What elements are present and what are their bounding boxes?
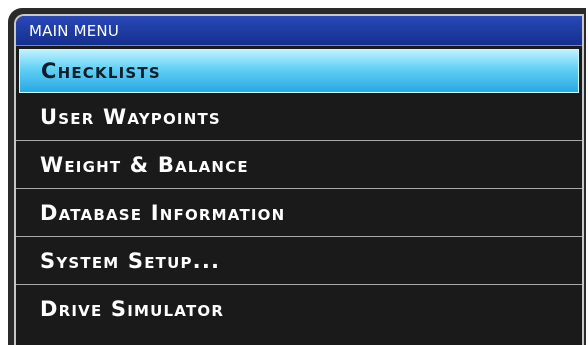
menu-item-user-waypoints[interactable]: User Waypoints — [16, 93, 582, 141]
menu-list: Checklists User Waypoints Weight & Balan… — [16, 49, 582, 333]
menu-item-drive-simulator[interactable]: Drive Simulator — [16, 285, 582, 333]
menu-item-system-setup[interactable]: System Setup... — [16, 237, 582, 285]
menu-item-label: Weight & Balance — [40, 152, 249, 177]
menu-item-weight-balance[interactable]: Weight & Balance — [16, 141, 582, 189]
menu-item-label: Drive Simulator — [40, 297, 225, 321]
menu-item-label: System Setup... — [40, 248, 221, 273]
menu-item-checklists[interactable]: Checklists — [19, 49, 579, 93]
menu-item-label: User Waypoints — [40, 104, 221, 129]
main-menu-window: MAIN MENU Checklists User Waypoints Weig… — [14, 14, 584, 345]
title-bar: MAIN MENU — [16, 16, 582, 46]
menu-item-label: Checklists — [41, 59, 161, 83]
window-title: MAIN MENU — [29, 21, 120, 40]
menu-item-database-information[interactable]: Database Information — [16, 189, 582, 237]
menu-item-label: Database Information — [40, 200, 286, 225]
screen: MAIN MENU Checklists User Waypoints Weig… — [0, 0, 588, 345]
